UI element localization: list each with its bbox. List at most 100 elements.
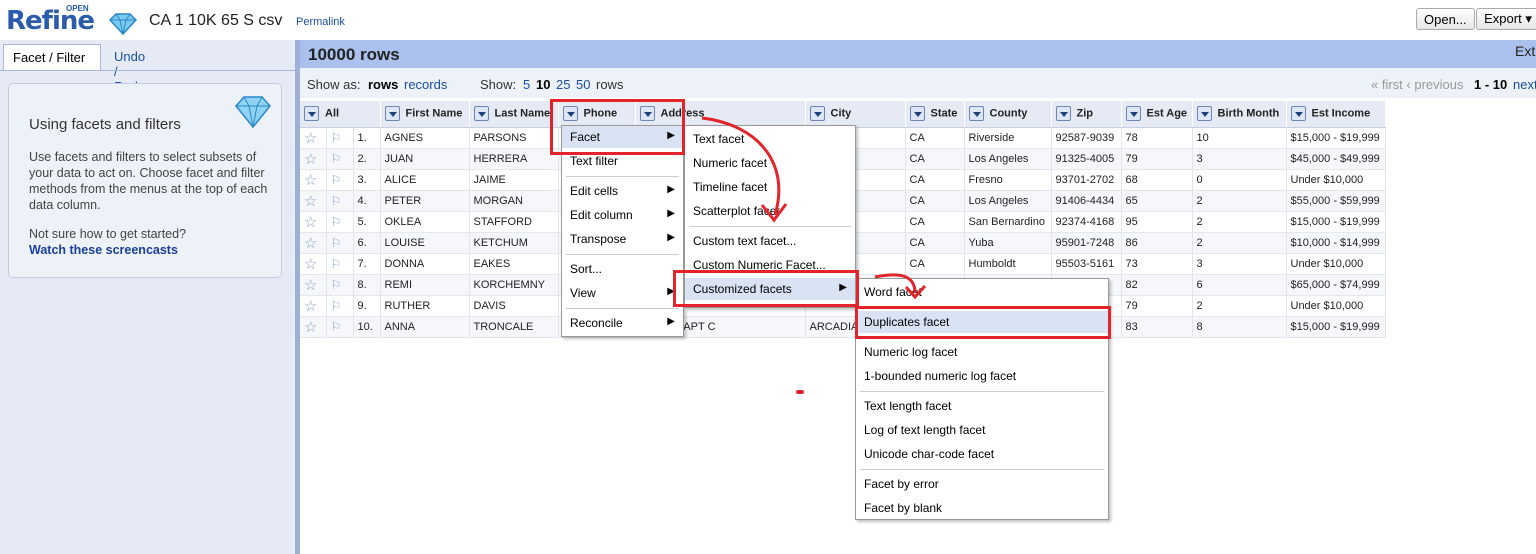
table-cell[interactable]: $15,000 - $19,999 <box>1286 211 1386 233</box>
table-cell[interactable]: 95503-5161 <box>1051 253 1122 275</box>
table-cell[interactable]: CA <box>905 127 965 149</box>
flag-cell[interactable]: ⚐ <box>326 232 354 254</box>
column-menu-button[interactable] <box>1125 106 1141 122</box>
table-cell[interactable]: CA <box>905 148 965 170</box>
star-icon[interactable]: ☆ <box>304 277 317 294</box>
table-cell[interactable]: 6 <box>1192 274 1287 296</box>
star-cell[interactable]: ☆ <box>300 274 327 296</box>
table-cell[interactable]: Under $10,000 <box>1286 169 1386 191</box>
table-cell[interactable]: Los Angeles <box>964 190 1052 212</box>
table-cell[interactable]: REMI <box>380 274 470 296</box>
star-cell[interactable]: ☆ <box>300 253 327 275</box>
table-cell[interactable]: EAKES <box>469 253 559 275</box>
table-cell[interactable]: 93701-2702 <box>1051 169 1122 191</box>
column-header-est-age[interactable]: Est Age <box>1121 101 1193 128</box>
table-cell[interactable]: AGNES <box>380 127 470 149</box>
page-size-5[interactable]: 5 <box>523 77 530 92</box>
column-header-zip[interactable]: Zip <box>1051 101 1122 128</box>
flag-cell[interactable]: ⚐ <box>326 190 354 212</box>
table-cell[interactable]: Riverside <box>964 127 1052 149</box>
star-icon[interactable]: ☆ <box>304 151 317 168</box>
open-button[interactable]: Open... <box>1416 8 1475 30</box>
menu-item-edit-column[interactable]: Edit column ▶ <box>562 204 683 226</box>
table-cell[interactable]: 2 <box>1192 295 1287 317</box>
column-header-first-name[interactable]: First Name <box>380 101 470 128</box>
column-menu-button[interactable] <box>304 106 319 122</box>
table-cell[interactable]: $55,000 - $59,999 <box>1286 190 1386 212</box>
table-cell[interactable]: 73 <box>1121 253 1193 275</box>
table-cell[interactable]: 2 <box>1192 211 1287 233</box>
table-cell[interactable]: 68 <box>1121 169 1193 191</box>
table-cell[interactable]: 95 <box>1121 211 1193 233</box>
star-cell[interactable]: ☆ <box>300 232 327 254</box>
menu-item-numeric-log-facet[interactable]: Numeric log facet <box>856 341 1108 363</box>
table-cell[interactable]: 8 <box>1192 316 1287 338</box>
export-button[interactable]: Export ▾ <box>1476 8 1536 30</box>
table-cell[interactable]: CA <box>905 253 965 275</box>
table-cell[interactable]: OKLEA <box>380 211 470 233</box>
column-header-county[interactable]: County <box>964 101 1052 128</box>
permalink-link[interactable]: Permalink <box>296 16 345 28</box>
table-cell[interactable]: CA <box>905 211 965 233</box>
flag-icon[interactable]: ⚐ <box>331 299 342 313</box>
column-menu-button[interactable] <box>1290 106 1306 122</box>
menu-item-scatterplot-facet[interactable]: Scatterplot facet <box>685 200 855 222</box>
flag-cell[interactable]: ⚐ <box>326 127 354 149</box>
star-icon[interactable]: ☆ <box>304 193 317 210</box>
table-cell[interactable]: PARSONS <box>469 127 559 149</box>
column-header-birth-month[interactable]: Birth Month <box>1192 101 1287 128</box>
flag-cell[interactable]: ⚐ <box>326 148 354 170</box>
table-cell[interactable]: Los Angeles <box>964 148 1052 170</box>
column-menu-button[interactable] <box>909 106 925 122</box>
show-as-records[interactable]: records <box>404 77 447 92</box>
table-cell[interactable]: DAVIS <box>469 295 559 317</box>
star-cell[interactable]: ☆ <box>300 295 327 317</box>
column-header-all[interactable]: All <box>300 101 381 128</box>
table-cell[interactable]: CA <box>905 169 965 191</box>
table-cell[interactable]: ANNA <box>380 316 470 338</box>
star-icon[interactable]: ☆ <box>304 235 317 252</box>
table-cell[interactable]: Under $10,000 <box>1286 295 1386 317</box>
table-cell[interactable]: 92374-4168 <box>1051 211 1122 233</box>
star-cell[interactable]: ☆ <box>300 148 327 170</box>
table-cell[interactable]: $10,000 - $14,999 <box>1286 232 1386 254</box>
table-cell[interactable]: 2 <box>1192 232 1287 254</box>
pager-first-previous[interactable]: « first ‹ previous <box>1371 77 1463 92</box>
table-cell[interactable]: San Bernardino <box>964 211 1052 233</box>
table-cell[interactable]: 79 <box>1121 148 1193 170</box>
table-cell[interactable]: STAFFORD <box>469 211 559 233</box>
table-cell[interactable]: $45,000 - $49,999 <box>1286 148 1386 170</box>
flag-icon[interactable]: ⚐ <box>331 173 342 187</box>
star-icon[interactable]: ☆ <box>304 130 317 147</box>
star-cell[interactable]: ☆ <box>300 316 327 338</box>
table-cell[interactable]: 65 <box>1121 190 1193 212</box>
menu-item-view[interactable]: View ▶ <box>562 282 683 304</box>
table-cell[interactable]: ALICE <box>380 169 470 191</box>
menu-item-text-length-facet[interactable]: Text length facet <box>856 395 1108 417</box>
menu-item-sort[interactable]: Sort... <box>562 258 683 280</box>
flag-cell[interactable]: ⚐ <box>326 253 354 275</box>
table-cell[interactable]: 0 <box>1192 169 1287 191</box>
table-cell[interactable]: 79 <box>1121 295 1193 317</box>
star-icon[interactable]: ☆ <box>304 214 317 231</box>
flag-cell[interactable]: ⚐ <box>326 274 354 296</box>
menu-item-edit-cells[interactable]: Edit cells ▶ <box>562 180 683 202</box>
table-cell[interactable]: JUAN <box>380 148 470 170</box>
table-cell[interactable]: HERRERA <box>469 148 559 170</box>
table-cell[interactable]: PETER <box>380 190 470 212</box>
table-cell[interactable]: 10 <box>1192 127 1287 149</box>
pager-next[interactable]: next <box>1513 77 1536 92</box>
star-icon[interactable]: ☆ <box>304 319 317 336</box>
table-cell[interactable]: 3 <box>1192 148 1287 170</box>
menu-item-log-text-length-facet[interactable]: Log of text length facet <box>856 419 1108 441</box>
column-menu-button[interactable] <box>968 106 984 122</box>
page-size-25[interactable]: 25 <box>556 77 570 92</box>
table-cell[interactable]: TRONCALE <box>469 316 559 338</box>
column-header-city[interactable]: City <box>805 101 906 128</box>
table-cell[interactable]: Fresno <box>964 169 1052 191</box>
menu-item-timeline-facet[interactable]: Timeline facet <box>685 176 855 198</box>
star-cell[interactable]: ☆ <box>300 211 327 233</box>
screencasts-link[interactable]: Watch these screencasts <box>29 243 178 257</box>
menu-item-facet-by-error[interactable]: Facet by error <box>856 473 1108 495</box>
column-menu-button[interactable] <box>809 106 825 122</box>
